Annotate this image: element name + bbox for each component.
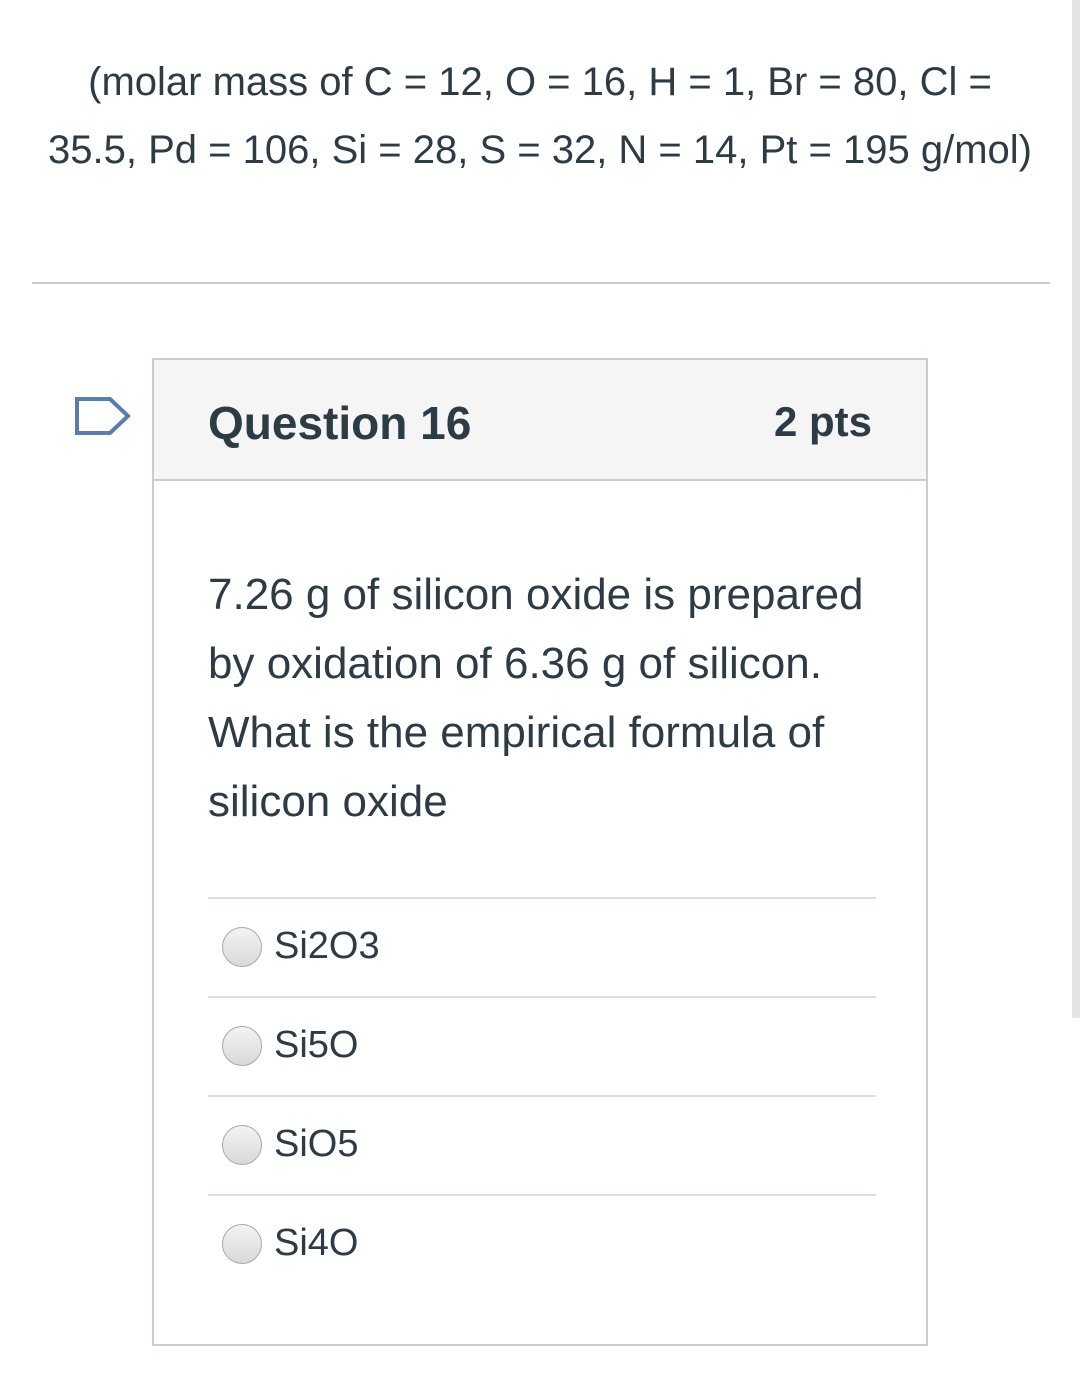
radio-button[interactable] <box>222 1224 262 1264</box>
molar-mass-info: (molar mass of C = 12, O = 16, H = 1, Br… <box>48 60 1032 172</box>
radio-button[interactable] <box>222 1125 262 1165</box>
answer-label: Si4O <box>274 1222 359 1264</box>
answer-option[interactable]: Si5O <box>208 996 876 1095</box>
divider <box>32 282 1050 284</box>
scrollbar[interactable] <box>1072 0 1080 1018</box>
answer-option[interactable]: SiO5 <box>208 1095 876 1194</box>
answer-option[interactable]: Si2O3 <box>208 897 876 996</box>
answer-option[interactable]: Si4O <box>208 1194 876 1293</box>
question-title: Question 16 <box>208 397 472 449</box>
question-header: Question 16 2 pts <box>154 360 926 481</box>
answer-label: Si2O3 <box>274 925 380 967</box>
question-points: 2 pts <box>773 398 872 445</box>
answer-label: Si5O <box>274 1024 359 1066</box>
radio-button[interactable] <box>222 927 262 967</box>
answer-label: SiO5 <box>274 1123 359 1165</box>
flag-question-button[interactable] <box>74 396 132 436</box>
question-text: 7.26 g of silicon oxide is prepared by o… <box>208 570 864 826</box>
question-card: Question 16 2 pts 7.26 g of silicon oxid… <box>152 358 928 1346</box>
flag-icon <box>75 397 131 435</box>
radio-button[interactable] <box>222 1026 262 1066</box>
answer-list: Si2O3 Si5O SiO5 Si4O <box>208 897 876 1293</box>
